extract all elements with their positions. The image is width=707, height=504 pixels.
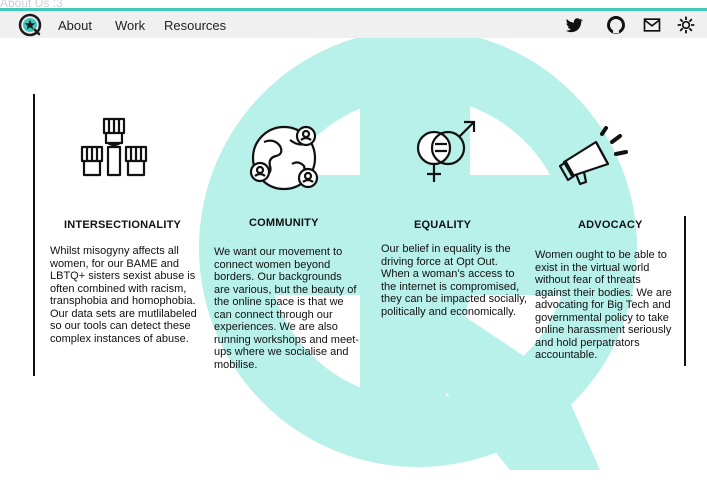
gender-equality-icon bbox=[416, 120, 476, 182]
github-icon[interactable] bbox=[606, 15, 626, 35]
top-nav: About Work Resources bbox=[0, 8, 707, 38]
heading-advocacy: ADVOCACY bbox=[578, 219, 643, 231]
heading-intersectionality: INTERSECTIONALITY bbox=[64, 219, 182, 231]
raised-fists-icon bbox=[80, 117, 148, 177]
settings-icon[interactable] bbox=[676, 15, 696, 35]
body-advocacy: Women ought to be able to exist in the v… bbox=[535, 249, 672, 361]
heading-community: COMMUNITY bbox=[249, 217, 319, 229]
right-divider-line bbox=[684, 216, 686, 366]
logo-icon[interactable] bbox=[18, 13, 42, 37]
megaphone-icon bbox=[558, 126, 628, 186]
nav-link-about[interactable]: About bbox=[58, 18, 92, 33]
nav-link-work[interactable]: Work bbox=[115, 18, 145, 33]
globe-people-icon bbox=[249, 125, 319, 191]
heading-equality: EQUALITY bbox=[414, 219, 472, 231]
nav-link-resources[interactable]: Resources bbox=[164, 18, 226, 33]
twitter-icon[interactable] bbox=[564, 15, 584, 35]
body-equality: Our belief in equality is the driving fo… bbox=[381, 243, 527, 318]
mail-icon[interactable] bbox=[642, 15, 662, 35]
left-divider-line bbox=[33, 94, 35, 376]
body-community: We want our movement to connect women be… bbox=[214, 246, 359, 371]
body-intersectionality: Whilst misogyny affects all women, for o… bbox=[50, 245, 197, 345]
